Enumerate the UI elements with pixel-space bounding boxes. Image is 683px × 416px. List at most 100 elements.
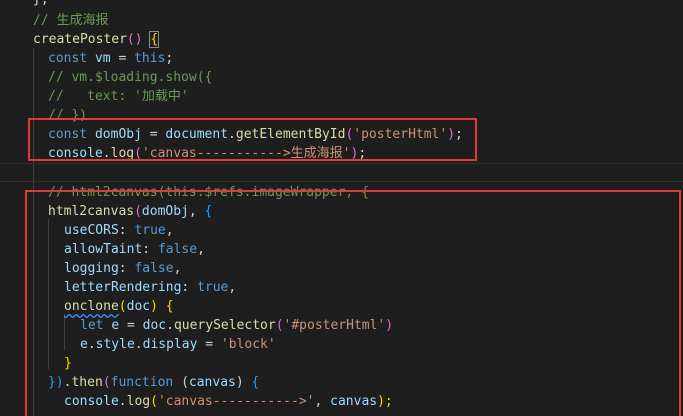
code-line[interactable]: const domObj = document.getElementById('… bbox=[48, 125, 463, 144]
code-string: '#posterHtml' bbox=[283, 318, 386, 333]
code-token: . bbox=[118, 394, 127, 409]
code-token: }) bbox=[48, 375, 64, 390]
code-line[interactable]: // 生成海报 bbox=[33, 11, 108, 30]
code-token: createPoster bbox=[33, 32, 127, 47]
code-token: . bbox=[87, 337, 96, 352]
code-token: ( bbox=[173, 375, 189, 390]
code-token: , bbox=[228, 280, 237, 295]
code-token: { bbox=[165, 299, 174, 314]
code-string: 'canvas----------->' bbox=[157, 394, 315, 409]
code-line[interactable]: createPoster() { bbox=[33, 30, 160, 49]
code-string: 'posterHtml' bbox=[353, 127, 448, 142]
code-token: , bbox=[173, 261, 182, 276]
code-line[interactable]: let e = doc.querySelector('#posterHtml') bbox=[80, 316, 393, 335]
code-token: . bbox=[134, 337, 143, 352]
code-token: const bbox=[48, 127, 88, 142]
code-token: ; bbox=[358, 146, 367, 161]
code-token: document bbox=[165, 127, 229, 142]
code-token: then bbox=[71, 375, 103, 390]
code-token: ; bbox=[165, 51, 174, 66]
code-token: vm bbox=[94, 51, 111, 66]
code-editor[interactable]: }, // 生成海报 createPoster() { const vm = t… bbox=[0, 0, 683, 416]
code-token: function bbox=[110, 375, 174, 390]
code-token: }, bbox=[33, 0, 49, 7]
code-token: canvas bbox=[188, 375, 236, 390]
code-token: onclone bbox=[64, 299, 119, 314]
code-line[interactable]: letterRendering: true, bbox=[64, 278, 236, 297]
code-token: allowTaint bbox=[64, 242, 143, 257]
code-token: ) bbox=[235, 375, 252, 390]
code-line[interactable]: // }) bbox=[48, 106, 87, 125]
code-token: , bbox=[314, 394, 331, 409]
code-line[interactable]: } bbox=[64, 354, 72, 373]
indent-guide bbox=[33, 48, 34, 416]
code-token: ; bbox=[455, 127, 463, 142]
code-token: ( bbox=[102, 375, 111, 390]
code-token: = bbox=[197, 337, 221, 352]
code-token: let bbox=[80, 318, 104, 333]
code-comment: // }) bbox=[48, 108, 88, 123]
code-token: , bbox=[188, 204, 205, 219]
code-token: ( bbox=[118, 299, 127, 314]
code-token: = bbox=[110, 51, 135, 66]
code-token: log bbox=[110, 146, 135, 161]
code-token: true bbox=[197, 280, 229, 295]
code-token: ) bbox=[385, 318, 394, 333]
code-token: doc bbox=[142, 318, 167, 333]
code-token: , bbox=[197, 242, 205, 257]
code-line[interactable]: console.log('canvas----------->生成海报'); bbox=[48, 144, 366, 163]
code-line[interactable]: }).then(function (canvas) { bbox=[48, 373, 259, 392]
code-line[interactable]: const vm = this; bbox=[48, 49, 173, 68]
code-line[interactable]: // text: '加载中' bbox=[48, 87, 189, 106]
code-line[interactable]: // vm.$loading.show({ bbox=[48, 68, 212, 87]
code-line[interactable]: }, bbox=[33, 0, 49, 9]
indent-guide bbox=[48, 219, 49, 369]
code-token: e bbox=[80, 337, 88, 352]
code-comment: // html2canvas(this.$refs.imageWrapper, … bbox=[48, 185, 369, 200]
code-line[interactable]: html2canvas(domObj, { bbox=[48, 202, 212, 221]
code-token: ); bbox=[377, 394, 393, 409]
code-token: : bbox=[181, 280, 198, 295]
code-token: html2canvas bbox=[48, 204, 135, 219]
code-token: log bbox=[126, 394, 151, 409]
code-line[interactable]: console.log('canvas----------->', canvas… bbox=[64, 392, 393, 411]
code-string: 'canvas----------->生成海报' bbox=[141, 146, 351, 161]
code-token: ( bbox=[275, 318, 284, 333]
indent-guide bbox=[64, 314, 65, 350]
code-token: canvas bbox=[330, 394, 378, 409]
current-line-highlight bbox=[0, 163, 683, 182]
code-line[interactable]: onclone(doc) { bbox=[64, 297, 174, 316]
code-token: ) bbox=[447, 127, 456, 142]
code-line[interactable]: useCORS: true, bbox=[64, 221, 174, 240]
code-token: display bbox=[142, 337, 198, 352]
code-token: { bbox=[204, 204, 213, 219]
code-line[interactable]: // html2canvas(this.$refs.imageWrapper, … bbox=[48, 183, 369, 202]
code-token: getElementById bbox=[235, 127, 346, 142]
code-token: false bbox=[157, 242, 198, 257]
code-token: = bbox=[119, 318, 143, 333]
code-token: . bbox=[166, 318, 174, 333]
code-token: domObj bbox=[141, 204, 189, 219]
code-token: () bbox=[126, 32, 143, 47]
code-line[interactable]: e.style.display = 'block' bbox=[80, 335, 276, 354]
code-token: false bbox=[134, 261, 174, 276]
code-token: logging bbox=[64, 261, 119, 276]
code-token: console bbox=[48, 146, 103, 161]
code-token: letterRendering bbox=[64, 280, 182, 295]
code-token: doc bbox=[126, 299, 151, 314]
code-comment: // 生成海报 bbox=[33, 13, 109, 28]
code-token: ( bbox=[150, 394, 158, 409]
code-token: : bbox=[118, 261, 135, 276]
code-token: e bbox=[111, 318, 120, 333]
code-token: true bbox=[134, 223, 166, 238]
code-line[interactable]: allowTaint: false, bbox=[64, 240, 205, 259]
code-token: { bbox=[149, 31, 160, 48]
code-token: querySelector bbox=[173, 318, 276, 333]
code-token: = bbox=[141, 127, 166, 142]
code-token: style bbox=[95, 337, 135, 352]
code-token: . bbox=[228, 127, 236, 142]
code-line[interactable]: logging: false, bbox=[64, 259, 181, 278]
code-token: console bbox=[64, 394, 119, 409]
code-token: domObj bbox=[94, 127, 142, 142]
